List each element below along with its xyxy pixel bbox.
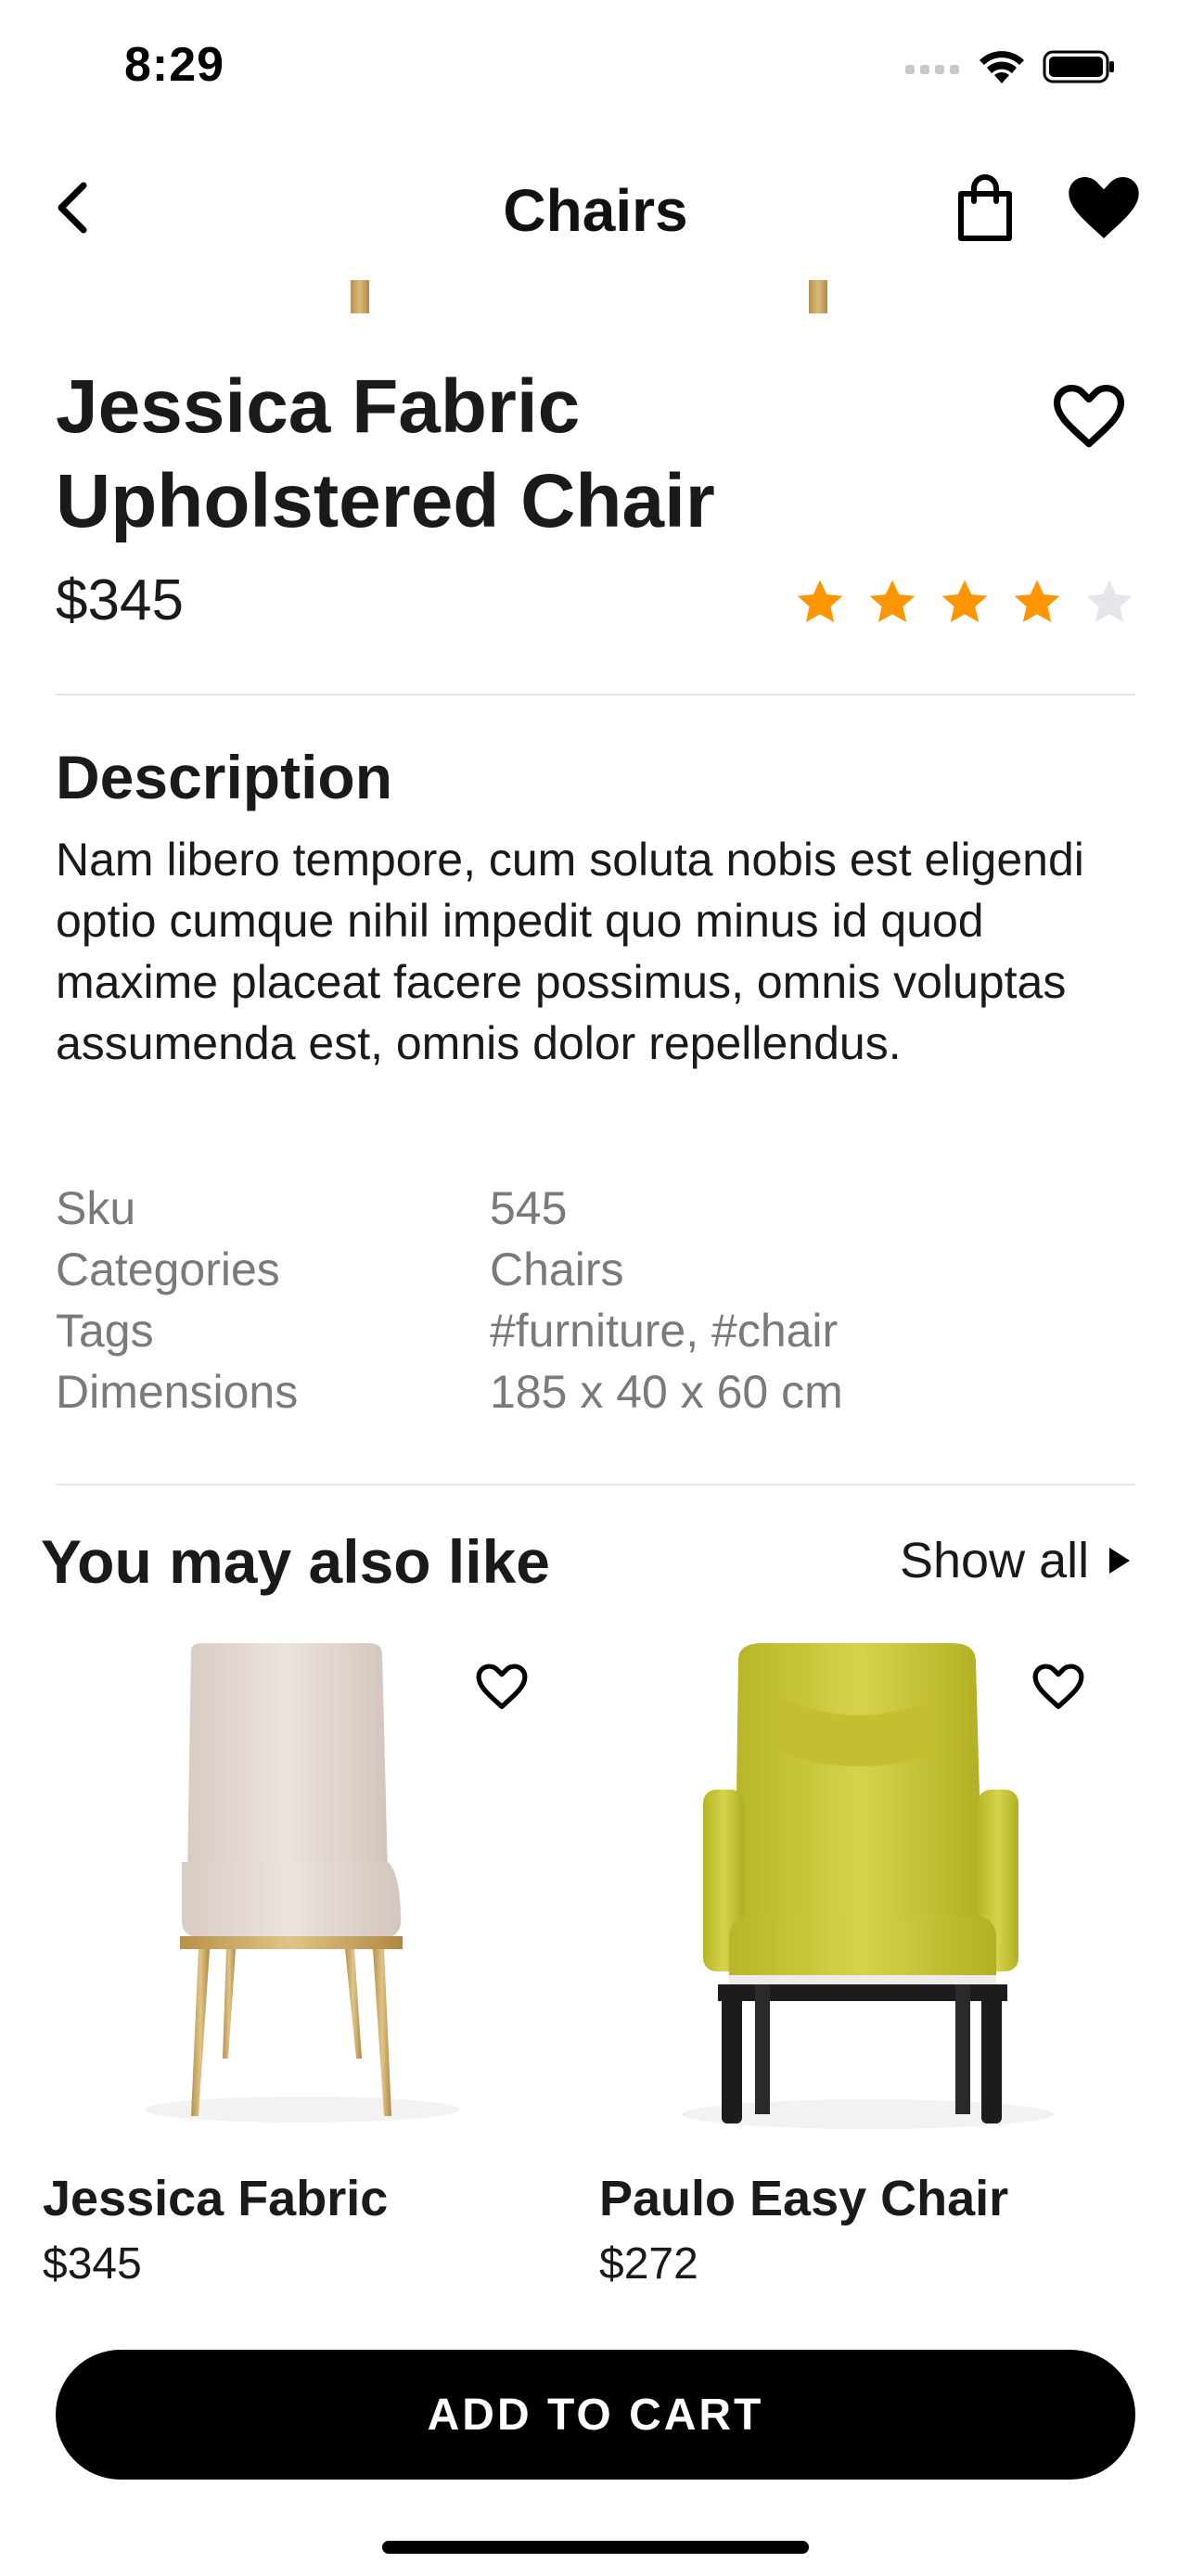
- description-heading: Description: [56, 743, 393, 811]
- home-indicator[interactable]: [382, 2541, 809, 2554]
- card-product-price: $272: [599, 2239, 698, 2289]
- product-title: Jessica Fabric Upholstered Chair: [56, 364, 715, 543]
- divider: [56, 1484, 1135, 1486]
- star-filled-icon: [1014, 580, 1060, 622]
- star-filled-icon: [869, 580, 916, 622]
- product-card[interactable]: Jessica Fabric $345: [43, 1641, 562, 2290]
- card-favorite-button[interactable]: [1026, 1658, 1091, 1715]
- card-product-price: $345: [43, 2239, 142, 2289]
- spec-value: #furniture, #chair: [490, 1305, 839, 1357]
- product-favorite-button[interactable]: [1044, 375, 1133, 458]
- spec-row-tags: Tags #furniture, #chair: [56, 1300, 1141, 1361]
- cart-button[interactable]: [952, 171, 1018, 245]
- spec-key: Dimensions: [56, 1366, 299, 1418]
- spec-value: Chairs: [490, 1243, 624, 1295]
- spec-row-sku: Sku 545: [56, 1178, 1141, 1239]
- product-specs: Sku 545 Categories Chairs Tags #furnitur…: [56, 1178, 1141, 1422]
- status-bar: 8:29: [0, 0, 1191, 130]
- product-card[interactable]: Paulo Easy Chair $272: [599, 1641, 1119, 2290]
- add-to-cart-button[interactable]: ADD TO CART: [56, 2350, 1135, 2480]
- star-filled-icon: [941, 580, 988, 622]
- show-all-label: Show all: [900, 1533, 1090, 1588]
- heart-outline-icon: [1053, 385, 1125, 448]
- card-product-name: Jessica Fabric: [43, 2171, 389, 2226]
- shopping-bag-icon: [958, 174, 1012, 241]
- star-filled-icon: [797, 580, 843, 622]
- chair-leg-right: [809, 280, 827, 313]
- status-icons: [905, 46, 1117, 87]
- spec-key: Sku: [56, 1182, 136, 1234]
- spec-value: 545: [490, 1182, 568, 1234]
- product-image: [0, 280, 1191, 315]
- product-price: $345: [56, 568, 184, 632]
- star-empty-icon: [1086, 580, 1133, 622]
- heart-filled-icon: [1069, 177, 1139, 238]
- status-time: 8:29: [124, 38, 225, 92]
- battery-icon: [1043, 50, 1114, 83]
- heart-outline-icon: [476, 1664, 528, 1710]
- related-heading: You may also like: [41, 1527, 551, 1596]
- description-text: Nam libero tempore, cum soluta nobis est…: [56, 834, 1084, 1069]
- wifi-icon: [980, 51, 1024, 83]
- show-all-link[interactable]: Show all: [900, 1532, 1132, 1589]
- spec-value: 185 x 40 x 60 cm: [490, 1366, 843, 1418]
- divider: [56, 694, 1135, 695]
- spec-row-dimensions: Dimensions 185 x 40 x 60 cm: [56, 1361, 1141, 1422]
- rating-stars: [794, 577, 1135, 629]
- nav-bar: Chairs: [0, 148, 1191, 269]
- favorites-button[interactable]: [1065, 171, 1143, 245]
- card-product-name: Paulo Easy Chair: [599, 2171, 1009, 2226]
- play-arrow-icon: [1109, 1548, 1131, 1574]
- card-favorite-button[interactable]: [469, 1658, 534, 1715]
- chair-leg-left: [351, 280, 369, 313]
- signal-icon: [905, 65, 959, 74]
- heart-outline-icon: [1032, 1664, 1084, 1710]
- spec-key: Tags: [56, 1305, 154, 1357]
- spec-key: Categories: [56, 1243, 280, 1295]
- spec-row-categories: Categories Chairs: [56, 1239, 1141, 1300]
